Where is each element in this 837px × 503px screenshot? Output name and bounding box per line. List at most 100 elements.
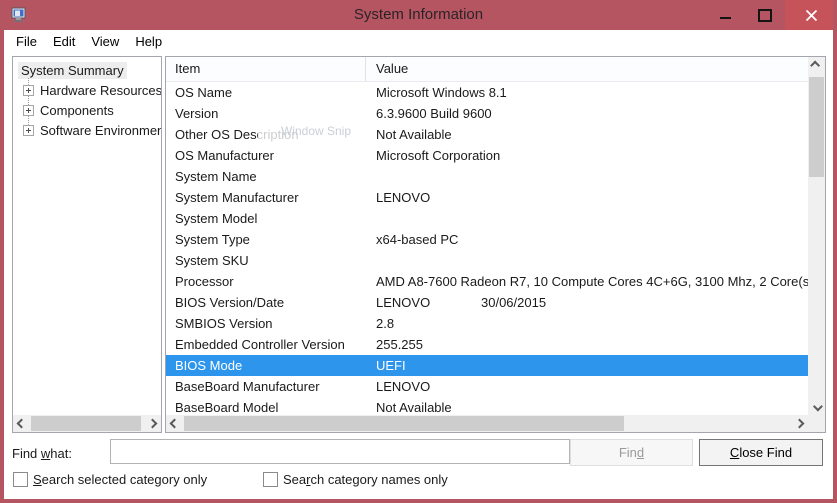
minimize-icon <box>720 17 731 19</box>
close-find-button[interactable]: Close Find <box>699 439 823 466</box>
scroll-up-arrow-icon[interactable] <box>808 57 825 74</box>
table-row[interactable]: OS ManufacturerMicrosoft Corporation <box>166 145 808 166</box>
window-controls <box>705 0 837 30</box>
row-value-cell: LENOVO30/06/2015 <box>366 292 808 313</box>
row-value-cell: Microsoft Windows 8.1 <box>366 82 808 103</box>
table-row[interactable]: BIOS Version/DateLENOVO30/06/2015 <box>166 292 808 313</box>
category-tree: System Summary Hardware Resources Componen… <box>13 61 161 415</box>
tree-item-hardware-resources[interactable]: Hardware Resources <box>13 81 161 101</box>
row-item-cell: System SKU <box>166 250 366 271</box>
row-value-cell: Not Available <box>366 124 808 145</box>
list-header: Item Value <box>166 57 808 82</box>
expand-plus-icon[interactable] <box>23 105 34 116</box>
vertical-scrollbar[interactable] <box>808 57 825 415</box>
table-row[interactable]: Other OS DescriptionNot Available <box>166 124 808 145</box>
value-part-1: LENOVO <box>376 292 481 313</box>
expand-plus-icon[interactable] <box>23 85 34 96</box>
table-row[interactable]: SMBIOS Version2.8 <box>166 313 808 334</box>
table-row[interactable]: Version6.3.9600 Build 9600 <box>166 103 808 124</box>
close-button[interactable] <box>785 0 837 30</box>
row-value-cell: Microsoft Corporation <box>366 145 808 166</box>
row-item-cell: Processor <box>166 271 366 292</box>
menu-item-view[interactable]: View <box>83 32 127 51</box>
row-value-cell: AMD A8-7600 Radeon R7, 10 Compute Cores … <box>366 271 808 292</box>
table-row[interactable]: System Name <box>166 166 808 187</box>
row-value-cell: UEFI <box>366 355 808 376</box>
table-row[interactable]: BaseBoard ModelNot Available <box>166 397 808 415</box>
scrollbar-thumb[interactable] <box>184 416 624 431</box>
row-item-cell: System Name <box>166 166 366 187</box>
minimize-button[interactable] <box>705 0 745 30</box>
row-item-cell: SMBIOS Version <box>166 313 366 334</box>
find-what-label: Find what: <box>12 446 72 461</box>
maximize-button[interactable] <box>745 0 785 30</box>
row-value-cell: Not Available <box>366 397 808 415</box>
find-input[interactable] <box>110 439 570 464</box>
table-row[interactable]: BaseBoard ManufacturerLENOVO <box>166 376 808 397</box>
row-item-cell: BIOS Version/Date <box>166 292 366 313</box>
tree-item-root[interactable]: System Summary <box>13 61 161 81</box>
scroll-down-arrow-icon[interactable] <box>808 398 825 415</box>
row-item-cell: System Manufacturer <box>166 187 366 208</box>
row-item-cell: OS Manufacturer <box>166 145 366 166</box>
scrollbar-thumb[interactable] <box>31 416 141 431</box>
expand-plus-icon[interactable] <box>23 125 34 136</box>
find-options-row: Search selected category only Search cat… <box>4 472 833 494</box>
menu-bar: FileEditViewHelp <box>4 30 833 53</box>
row-item-cell: Embedded Controller Version <box>166 334 366 355</box>
scroll-left-arrow-icon[interactable] <box>13 415 30 432</box>
table-row[interactable]: OS NameMicrosoft Windows 8.1 <box>166 82 808 103</box>
maximize-icon <box>758 9 772 22</box>
row-value-cell <box>366 208 808 229</box>
find-bar: Find what: Find Close Find Search select… <box>4 433 833 499</box>
checkbox-label: Search selected category only <box>33 472 207 487</box>
details-list-panel: Item Value OS NameMicrosoft Windows 8.1V… <box>165 56 826 433</box>
search-selected-category-checkbox[interactable]: Search selected category only <box>13 472 207 487</box>
tree-item-components[interactable]: Components <box>13 101 161 121</box>
row-value-cell: 6.3.9600 Build 9600 <box>366 103 808 124</box>
row-item-cell: OS Name <box>166 82 366 103</box>
table-row[interactable]: System SKU <box>166 250 808 271</box>
row-value-cell: 255.255 <box>366 334 808 355</box>
menu-item-edit[interactable]: Edit <box>45 32 83 51</box>
tree-children: Hardware Resources Components Software Env… <box>13 81 161 141</box>
checkbox-icon[interactable] <box>263 472 278 487</box>
table-row[interactable]: System ManufacturerLENOVO <box>166 187 808 208</box>
tree-item-software-environment[interactable]: Software Environment <box>13 121 161 141</box>
scrollbar-thumb[interactable] <box>809 77 824 177</box>
table-row[interactable]: System Typex64-based PC <box>166 229 808 250</box>
scroll-left-arrow-icon[interactable] <box>166 415 183 432</box>
list-horizontal-scrollbar[interactable] <box>166 415 808 432</box>
scroll-right-arrow-icon[interactable] <box>144 415 161 432</box>
scroll-right-arrow-icon[interactable] <box>791 415 808 432</box>
row-value-cell <box>366 166 808 187</box>
find-button[interactable]: Find <box>570 439 693 466</box>
list-rows: OS NameMicrosoft Windows 8.1Version6.3.9… <box>166 82 808 415</box>
tree-item-label: Components <box>40 103 114 118</box>
menu-item-file[interactable]: File <box>8 32 45 51</box>
checkbox-icon[interactable] <box>13 472 28 487</box>
column-header-value[interactable]: Value <box>365 57 808 81</box>
value-part-2: 30/06/2015 <box>481 295 546 310</box>
row-value-cell: LENOVO <box>366 376 808 397</box>
title-bar: System Information <box>0 0 837 30</box>
row-value-cell: 2.8 <box>366 313 808 334</box>
table-row[interactable]: BIOS ModeUEFI <box>166 355 808 376</box>
tree-item-label: Hardware Resources <box>40 83 161 98</box>
row-item-cell: BaseBoard Manufacturer <box>166 376 366 397</box>
row-value-cell: LENOVO <box>366 187 808 208</box>
checkbox-label: Search category names only <box>283 472 448 487</box>
column-header-item[interactable]: Item <box>166 57 365 81</box>
row-value-cell <box>366 250 808 271</box>
table-row[interactable]: ProcessorAMD A8-7600 Radeon R7, 10 Compu… <box>166 271 808 292</box>
row-item-cell: System Model <box>166 208 366 229</box>
menu-item-help[interactable]: Help <box>127 32 170 51</box>
table-row[interactable]: Embedded Controller Version255.255 <box>166 334 808 355</box>
row-value-cell: x64-based PC <box>366 229 808 250</box>
tree-horizontal-scrollbar[interactable] <box>13 415 161 432</box>
search-category-names-checkbox[interactable]: Search category names only <box>263 472 448 487</box>
table-row[interactable]: System Model <box>166 208 808 229</box>
tree-item-label: System Summary <box>18 62 127 79</box>
scrollbar-corner <box>808 415 825 432</box>
row-item-cell: Version <box>166 103 366 124</box>
